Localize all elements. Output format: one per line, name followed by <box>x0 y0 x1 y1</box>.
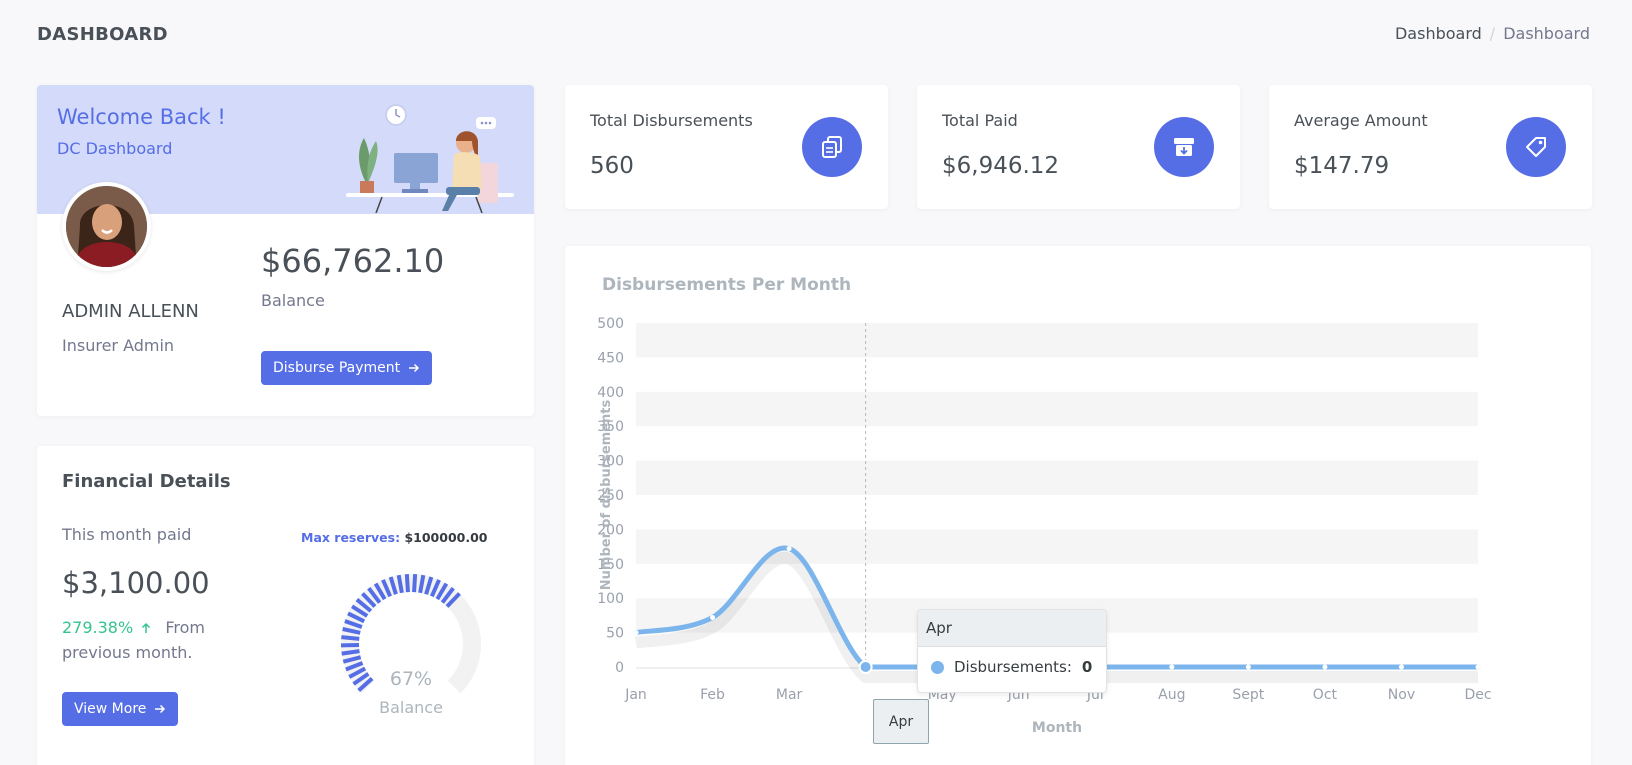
stat-card-total-disbursements: Total Disbursements 560 <box>565 85 888 209</box>
disbursements-chart-card: Disbursements Per Month 0 50 100 150 200 250 3… <box>565 246 1591 765</box>
data-point[interactable] <box>786 546 792 552</box>
x-tick-label: Dec <box>1464 687 1491 703</box>
month-paid-label: This month paid <box>62 525 192 544</box>
max-reserves-label: Max reserves: <box>301 530 401 545</box>
month-change: 279.38% From previous month. <box>62 615 222 665</box>
y-tick-label: 0 <box>615 660 624 676</box>
y-tick-label: 100 <box>597 591 624 607</box>
archive-icon <box>1154 117 1214 177</box>
x-axis-crosshair-label: Apr <box>873 699 929 744</box>
welcome-card: Welcome Back ! DC Dashboard ADMIN ALLENN… <box>37 85 534 416</box>
balance-gauge: 67% Balance <box>321 556 501 736</box>
avatar <box>62 182 151 271</box>
gauge-tick <box>404 574 410 593</box>
breadcrumb-link[interactable]: Dashboard <box>1395 24 1482 43</box>
stat-card-total-paid: Total Paid $6,946.12 <box>917 85 1240 209</box>
change-percent: 279.38% <box>62 618 134 637</box>
balance-amount: $66,762.10 <box>261 242 445 280</box>
tag-icon <box>1506 117 1566 177</box>
stat-card-average-amount: Average Amount $147.79 <box>1269 85 1592 209</box>
series-marker-icon <box>931 660 944 674</box>
data-point[interactable] <box>633 630 639 636</box>
breadcrumb-current: Dashboard <box>1503 24 1590 43</box>
x-tick-label: Sept <box>1232 687 1264 703</box>
grid-band <box>636 323 1478 358</box>
tooltip-title: Apr <box>918 610 1106 647</box>
x-tick-label: Nov <box>1388 687 1415 703</box>
max-reserves-value: $100000.00 <box>404 530 488 545</box>
x-tick-label: Oct <box>1313 687 1338 703</box>
y-tick-label: 450 <box>597 350 624 366</box>
stat-value: 560 <box>590 153 634 179</box>
data-point[interactable] <box>1475 664 1481 670</box>
view-more-button[interactable]: View More <box>62 692 179 726</box>
x-tick-label: Mar <box>776 687 803 703</box>
x-tick-label: Aug <box>1158 687 1185 703</box>
gauge-tick <box>341 635 360 641</box>
month-paid-amount: $3,100.00 <box>62 566 210 600</box>
data-point[interactable] <box>1169 664 1175 670</box>
chart-tooltip: Apr Disbursements: 0 <box>917 609 1107 693</box>
tooltip-series-name: Disbursements: <box>954 658 1072 676</box>
user-name: ADMIN ALLENN <box>62 301 199 322</box>
breadcrumb-separator: / <box>1489 24 1496 43</box>
stat-label: Total Paid <box>942 111 1018 130</box>
avatar-image <box>66 186 147 267</box>
grid-band <box>636 460 1478 495</box>
financial-details-card: Financial Details This month paid $3,100… <box>37 446 534 765</box>
max-reserves: Max reserves: $100000.00 <box>301 530 487 545</box>
y-tick-label: 50 <box>606 626 624 642</box>
office-illustration <box>346 104 514 213</box>
balance-label: Balance <box>261 291 325 310</box>
data-point[interactable] <box>858 660 873 674</box>
stat-value: $147.79 <box>1294 153 1390 179</box>
tooltip-value: 0 <box>1081 658 1093 676</box>
page-title: DASHBOARD <box>37 24 168 45</box>
data-point[interactable] <box>1322 664 1328 670</box>
data-point[interactable] <box>1398 664 1404 670</box>
data-point[interactable] <box>1245 664 1251 670</box>
stat-label: Average Amount <box>1294 111 1428 130</box>
arrow-right-icon <box>155 704 166 714</box>
view-more-label: View More <box>74 701 147 717</box>
gauge-tick <box>341 649 360 656</box>
arrow-right-icon <box>409 363 420 373</box>
user-role: Insurer Admin <box>62 336 175 355</box>
grid-band <box>636 391 1478 427</box>
breadcrumb: Dashboard / Dashboard <box>1395 24 1590 43</box>
copy-icon <box>802 117 862 177</box>
x-tick-label: Feb <box>700 687 725 703</box>
disburse-payment-button[interactable]: Disburse Payment <box>261 351 433 385</box>
y-tick-label: 400 <box>597 385 624 401</box>
gauge-tick <box>412 574 418 593</box>
financial-title: Financial Details <box>62 471 231 492</box>
x-axis-title: Month <box>1032 720 1082 736</box>
gauge-label: Balance <box>379 698 443 717</box>
arrow-up-icon <box>142 622 151 633</box>
welcome-subtitle: DC Dashboard <box>57 139 173 158</box>
welcome-title: Welcome Back ! <box>57 105 226 129</box>
y-tick-label: 500 <box>597 316 624 332</box>
stat-value: $6,946.12 <box>942 153 1060 179</box>
x-tick-label: Jan <box>624 687 647 703</box>
stat-label: Total Disbursements <box>590 111 753 130</box>
data-point[interactable] <box>710 614 716 620</box>
y-axis-title: Number of disbursements <box>599 400 614 591</box>
disburse-payment-label: Disburse Payment <box>273 360 401 376</box>
gauge-percent: 67% <box>389 668 433 690</box>
